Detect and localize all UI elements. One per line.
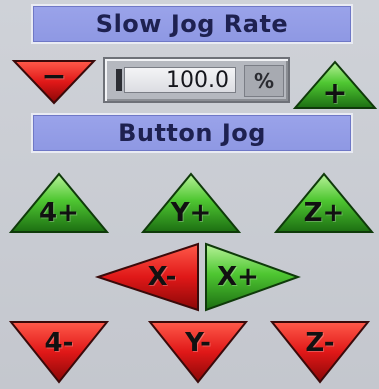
rate-increase-label: + [322, 76, 348, 111]
jog-4-minus-button[interactable]: 4- [8, 320, 110, 384]
rate-readout: 100.0 % [103, 57, 290, 103]
rate-unit: % [244, 65, 284, 97]
jog-z-minus-label: Z- [305, 328, 335, 358]
rate-decrease-button[interactable]: − [11, 59, 97, 105]
jog-z-plus-label: Z+ [303, 198, 345, 228]
jog-y-minus-button[interactable]: Y- [147, 320, 249, 384]
jog-4-minus-label: 4- [44, 328, 74, 358]
jog-y-minus-label: Y- [185, 328, 211, 358]
rate-slot [116, 69, 122, 91]
jog-z-plus-button[interactable]: Z+ [273, 172, 375, 234]
jog-x-plus-button[interactable]: X+ [204, 242, 301, 312]
rate-value-field[interactable]: 100.0 [124, 67, 236, 93]
jog-panel: Slow Jog Rate − 100.0 % + Button Jog 4+ … [0, 0, 379, 389]
jog-y-plus-button[interactable]: Y+ [140, 172, 242, 234]
jog-z-minus-button[interactable]: Z- [269, 320, 371, 384]
rate-decrease-label: − [41, 59, 67, 94]
jog-x-minus-button[interactable]: X- [94, 242, 200, 312]
slow-jog-rate-header: Slow Jog Rate [31, 4, 353, 44]
rate-increase-button[interactable]: + [292, 60, 378, 111]
button-jog-header: Button Jog [31, 113, 353, 153]
jog-y-plus-label: Y+ [170, 198, 212, 228]
jog-4-plus-button[interactable]: 4+ [8, 172, 110, 234]
jog-4-plus-label: 4+ [39, 198, 79, 228]
jog-x-plus-label: X+ [217, 262, 259, 292]
